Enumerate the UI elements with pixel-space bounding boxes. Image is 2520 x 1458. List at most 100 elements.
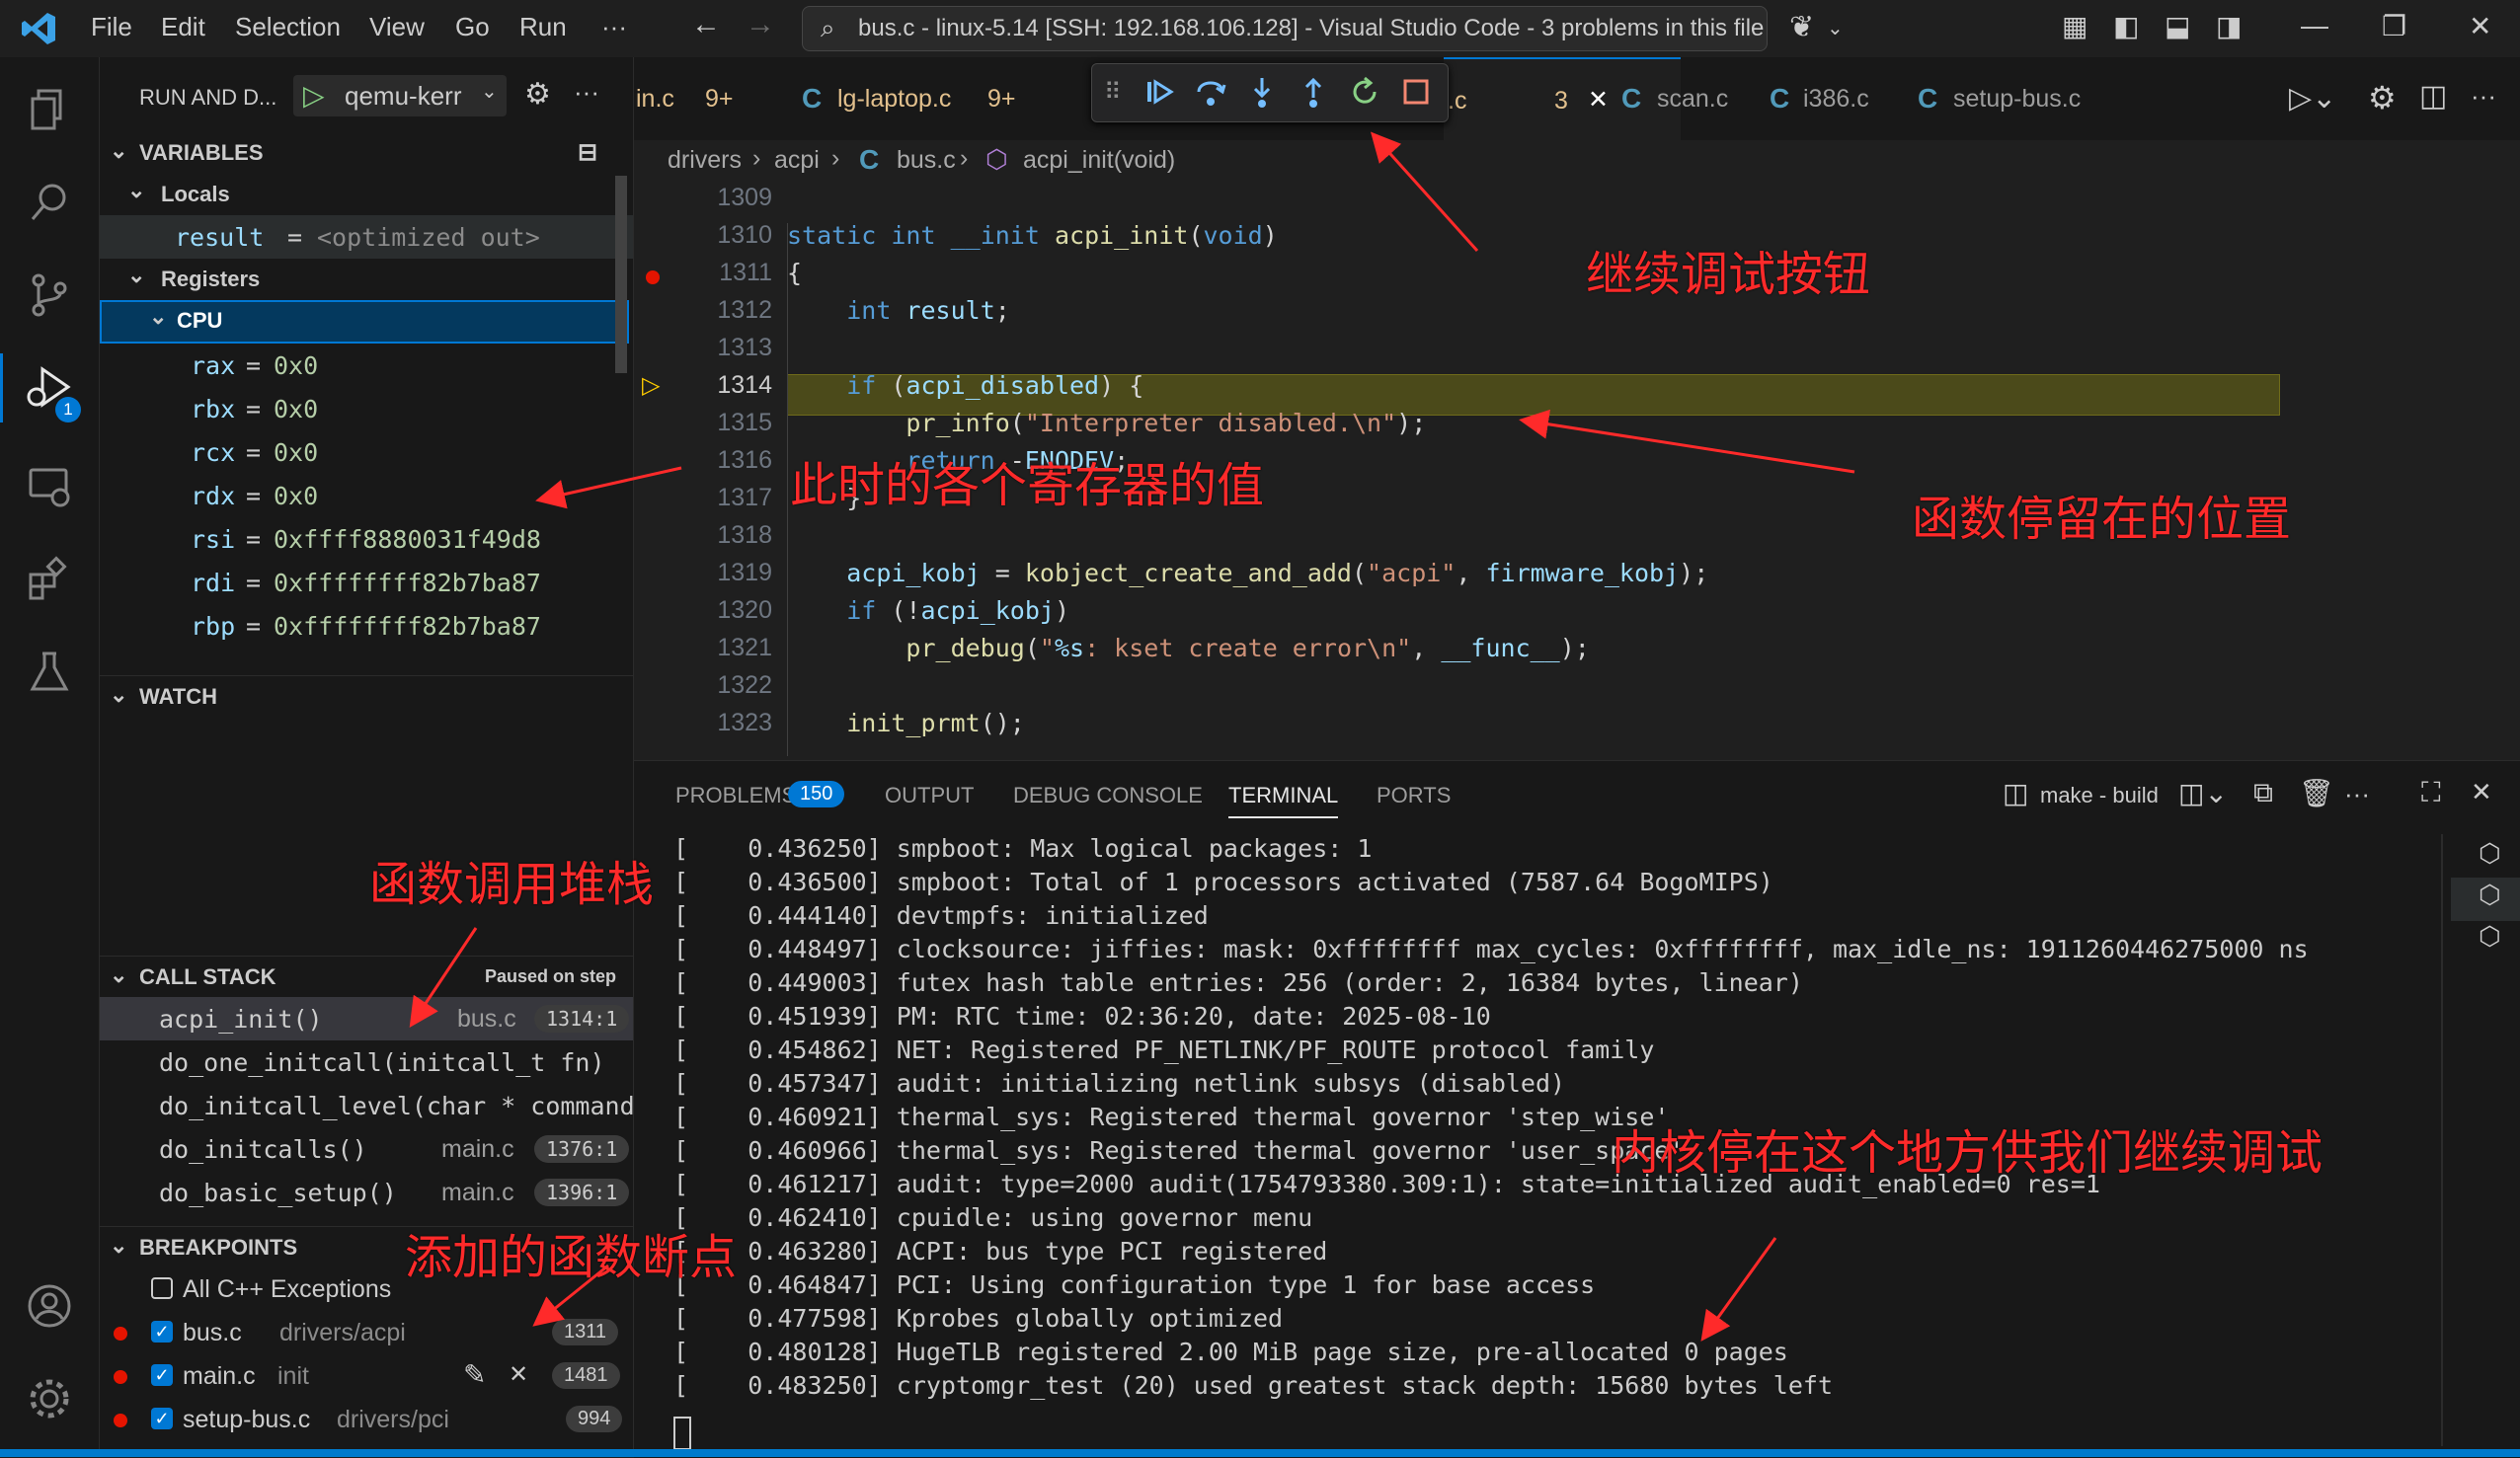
callstack-section-header[interactable]: ⌄ CALL STACK Paused on step <box>100 956 633 998</box>
minimize-icon[interactable]: — <box>2301 10 2328 41</box>
breakpoint-checkbox[interactable]: ✓ <box>151 1408 173 1429</box>
menu-selection[interactable]: Selection <box>235 12 341 42</box>
chevron-down-icon[interactable]: ⌄ <box>1827 16 1844 40</box>
locals-scope[interactable]: ⌄ Locals <box>100 174 633 217</box>
account-icon[interactable] <box>25 1281 74 1331</box>
stack-frame[interactable]: do_one_initcall(initcall_t fn) <box>100 1040 633 1084</box>
stack-frame[interactable]: do_basic_setup() main.c 1396:1 <box>100 1171 633 1214</box>
annotation-continue-button: 继续调试按钮 <box>1586 249 1871 301</box>
close-tab-icon[interactable]: ✕ <box>1588 85 1609 115</box>
source-control-icon[interactable] <box>25 270 74 320</box>
run-debug-dropdown-icon[interactable]: ▷⌄ <box>2289 81 2336 115</box>
search-icon[interactable] <box>25 178 74 227</box>
tab-setup-bus-c[interactable]: C setup-bus.c <box>1918 57 2115 140</box>
stack-frame[interactable]: do_initcalls() main.c 1376:1 <box>100 1127 633 1171</box>
restore-icon[interactable]: ❐ <box>2382 10 2406 42</box>
register-row[interactable]: rdi = 0xffffffff82b7ba87 <box>100 561 633 604</box>
settings-gear-icon[interactable] <box>25 1374 74 1423</box>
watch-section-header[interactable]: ⌄ WATCH <box>100 675 633 718</box>
register-row[interactable]: rdx = 0x0 <box>100 474 633 517</box>
close-panel-icon[interactable]: ✕ <box>2471 777 2492 807</box>
tab-ports[interactable]: PORTS <box>1377 783 1451 808</box>
menu-run[interactable]: Run <box>519 12 567 42</box>
copilot-icon[interactable]: ❦ <box>1789 10 1814 44</box>
terminal-instance-icon[interactable]: ⬡ <box>2479 838 2501 869</box>
breakpoint-row[interactable]: ✓ bus.c drivers/acpi 1311 <box>100 1311 633 1354</box>
menu-view[interactable]: View <box>369 12 425 42</box>
remote-explorer-icon[interactable] <box>25 462 74 511</box>
debug-config-select[interactable]: ▷ qemu-kerr ⌄ <box>293 75 507 116</box>
extensions-icon[interactable] <box>25 555 74 604</box>
menu-edit[interactable]: Edit <box>161 12 205 42</box>
tab-problems[interactable]: PROBLEMS <box>675 783 796 808</box>
collapse-all-icon[interactable]: ⊟ <box>578 138 597 167</box>
toggle-panel-icon[interactable]: ⬓ <box>2165 10 2190 42</box>
customize-layout-icon[interactable]: ▦ <box>2062 10 2087 42</box>
cpu-register-group[interactable]: ⌄ CPU <box>100 300 629 344</box>
stop-icon[interactable] <box>1398 74 1434 110</box>
remove-x-icon[interactable]: ✕ <box>509 1360 528 1389</box>
explorer-icon[interactable] <box>25 85 74 134</box>
register-row[interactable]: rcx = 0x0 <box>100 430 633 474</box>
breakpoint-dot-icon[interactable] <box>646 270 660 284</box>
terminal-task-name[interactable]: make - build <box>2040 783 2159 808</box>
edit-pencil-icon[interactable]: ✎ <box>463 1358 486 1391</box>
breadcrumb-item[interactable]: bus.c <box>897 146 956 175</box>
trash-icon[interactable]: 🗑 <box>2299 777 2334 809</box>
breadcrumb-item[interactable]: drivers <box>668 146 742 175</box>
variables-section-header[interactable]: ⌄ VARIABLES ⊟ <box>100 132 633 174</box>
breakpoint-row[interactable]: ✓ main.c init ✎ ✕ 1481 <box>100 1354 633 1398</box>
maximize-panel-icon[interactable]: ⛶ <box>2421 777 2441 809</box>
registers-scope[interactable]: ⌄ Registers <box>100 259 633 302</box>
back-arrow-icon[interactable]: ← <box>691 8 721 41</box>
breakpoint-checkbox[interactable]: ✓ <box>151 1364 173 1386</box>
terminal-instance-active[interactable]: ⬡ <box>2451 878 2520 921</box>
testing-flask-icon[interactable] <box>25 648 74 697</box>
close-icon[interactable]: ✕ <box>2469 10 2491 42</box>
drag-handle-icon[interactable]: ⠿ <box>1104 78 1122 107</box>
step-into-icon[interactable] <box>1244 74 1280 110</box>
menu-file[interactable]: File <box>91 12 132 42</box>
split-editor-icon[interactable]: ◫ <box>2419 79 2447 114</box>
breadcrumb-item[interactable]: acpi <box>774 146 820 175</box>
register-row[interactable]: rbx = 0x0 <box>100 387 633 430</box>
breadcrumb-item[interactable]: acpi_init(void) <box>1023 146 1175 175</box>
stack-frame[interactable]: acpi_init() bus.c 1314:1 <box>100 997 633 1040</box>
breakpoint-checkbox[interactable]: ✓ <box>151 1321 173 1343</box>
tab-terminal[interactable]: TERMINAL <box>1228 783 1339 818</box>
step-over-icon[interactable] <box>1193 74 1228 110</box>
continue-icon[interactable] <box>1142 74 1177 110</box>
menu-more[interactable]: ··· <box>601 12 627 42</box>
step-out-icon[interactable] <box>1296 74 1331 110</box>
gear-icon[interactable]: ⚙ <box>524 77 551 112</box>
toggle-secondary-sidebar-icon[interactable]: ◨ <box>2216 10 2242 42</box>
variables-scrollbar[interactable] <box>615 176 627 373</box>
split-terminal-icon[interactable]: ⧉ <box>2253 777 2273 809</box>
register-row[interactable]: rax = 0x0 <box>100 344 633 387</box>
tab-lg-laptop-c[interactable]: C lg-laptop.c 9+ <box>802 57 1059 140</box>
start-debugging-icon[interactable]: ▷ <box>303 79 325 112</box>
forward-arrow-icon[interactable]: → <box>746 8 775 41</box>
new-terminal-split-icon[interactable]: ◫⌄ <box>2178 777 2228 809</box>
command-center[interactable]: ⌕ bus.c - linux-5.14 [SSH: 192.168.106.1… <box>802 6 1768 51</box>
tab-debug-console[interactable]: DEBUG CONSOLE <box>1013 783 1203 808</box>
tab-output[interactable]: OUTPUT <box>885 783 974 808</box>
restart-icon[interactable] <box>1347 74 1382 110</box>
tab-i386-c[interactable]: C i386.c <box>1770 57 1918 140</box>
toggle-primary-sidebar-icon[interactable]: ◧ <box>2113 10 2139 42</box>
register-row[interactable]: rbp = 0xffffffff82b7ba87 <box>100 604 633 648</box>
variable-row[interactable]: result = <optimized out> <box>100 215 633 259</box>
tab-scan-c[interactable]: C scan.c <box>1621 57 1789 140</box>
breakpoint-checkbox[interactable] <box>151 1277 173 1299</box>
menu-go[interactable]: Go <box>455 12 490 42</box>
tab-main-c[interactable]: in.c 9+ <box>634 57 772 140</box>
more-actions-icon[interactable]: ··· <box>574 77 599 108</box>
locals-label: Locals <box>161 182 230 206</box>
more-actions-icon[interactable]: ··· <box>2344 779 2370 809</box>
more-actions-icon[interactable]: ··· <box>2471 81 2496 112</box>
stack-frame[interactable]: do_initcall_level(char * command_l <box>100 1084 633 1127</box>
register-row[interactable]: rsi = 0xffff8880031f49d8 <box>100 517 633 561</box>
terminal-instance-icon[interactable]: ⬡ <box>2479 921 2501 952</box>
gear-icon[interactable]: ⚙ <box>2368 79 2397 116</box>
breakpoint-row[interactable]: ✓ setup-bus.c drivers/pci 994 <box>100 1398 633 1441</box>
